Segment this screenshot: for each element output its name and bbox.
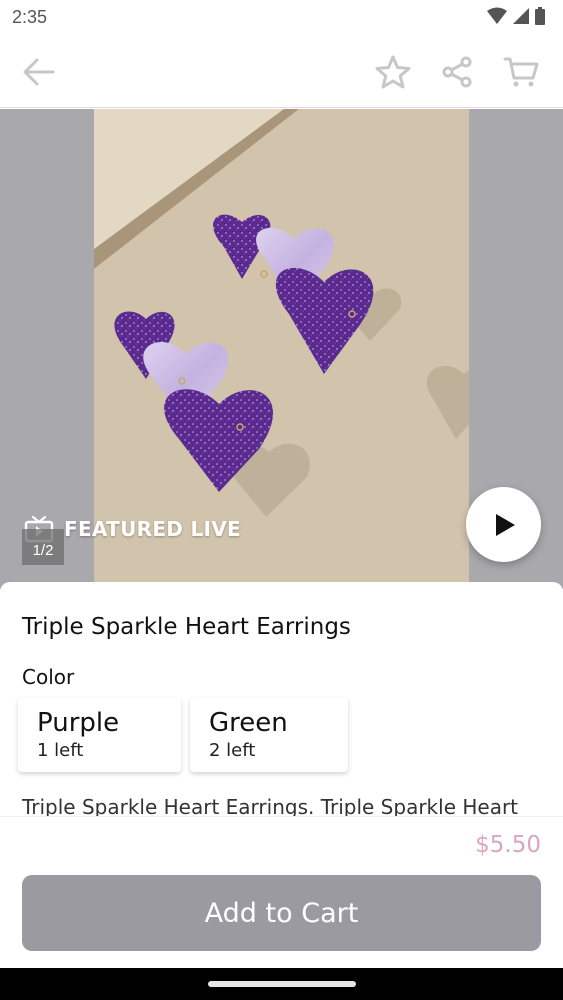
add-to-cart-button[interactable]: Add to Cart [22, 875, 541, 951]
app-bar [0, 34, 563, 108]
purchase-footer: $5.50 Add to Cart [0, 816, 563, 968]
play-button[interactable] [466, 487, 541, 562]
price: $5.50 [475, 832, 541, 858]
status-bar: 2:35 [0, 0, 563, 34]
battery-icon [535, 7, 545, 25]
variant-name: Purple [37, 708, 120, 738]
cart-icon [503, 57, 539, 87]
variant-option-green[interactable]: Green 2 left [190, 698, 348, 772]
back-button[interactable] [18, 52, 58, 92]
favorite-button[interactable] [373, 52, 413, 92]
status-icons [487, 7, 545, 25]
star-icon [375, 55, 411, 89]
variant-stock: 1 left [37, 740, 84, 761]
featured-live-label: FEATURED LIVE [64, 517, 241, 541]
wifi-icon [487, 7, 507, 24]
play-icon [495, 513, 515, 536]
variant-stock: 2 left [209, 740, 256, 761]
share-icon [442, 56, 472, 88]
home-gesture-handle[interactable] [208, 981, 356, 987]
product-title: Triple Sparkle Heart Earrings [22, 614, 351, 640]
share-button[interactable] [437, 52, 477, 92]
color-label: Color [22, 665, 75, 689]
signal-icon [513, 8, 529, 24]
status-time: 2:35 [12, 7, 48, 27]
page-indicator: 1/2 [22, 529, 64, 565]
variant-option-purple[interactable]: Purple 1 left [18, 698, 181, 772]
product-media[interactable]: FEATURED LIVE 1/2 [0, 109, 563, 589]
variant-name: Green [209, 708, 288, 738]
system-nav-bar [0, 968, 563, 1000]
cart-button[interactable] [501, 52, 541, 92]
product-description: Triple Sparkle Heart Earrings. Triple Sp… [22, 795, 519, 818]
product-details-sheet: Triple Sparkle Heart Earrings Color Purp… [0, 582, 563, 818]
arrow-left-icon [23, 58, 55, 86]
